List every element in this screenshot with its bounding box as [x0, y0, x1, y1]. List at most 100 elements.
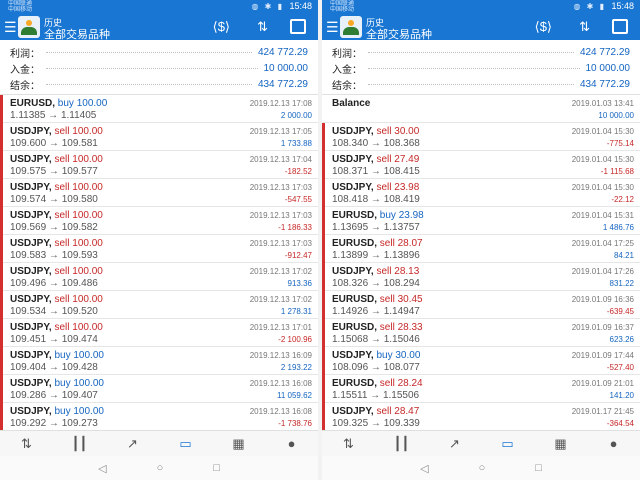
deal-profit: -364.54: [606, 419, 634, 428]
deal-side: sell 28.13: [376, 266, 420, 277]
deal-row[interactable]: EURUSD, sell 28.07 1.13899 → 1.13896 2019.…: [322, 235, 640, 263]
deal-row[interactable]: USDJPY, sell 100.00 109.583 → 109.593 2019…: [0, 235, 318, 263]
deal-row[interactable]: EURUSD, sell 28.24 1.15511 → 1.15506 2019.…: [322, 375, 640, 403]
quotes-tab-icon[interactable]: ⇅: [12, 436, 42, 452]
deal-symbol: USDJPY, sell 100.00: [10, 294, 103, 305]
deal-symbol: USDJPY, sell 100.00: [10, 126, 103, 137]
deal-date: 2019.01.09 16:36: [571, 295, 634, 304]
deals-list[interactable]: EURUSD, buy 100.00 1.11385 → 1.11405 2019.…: [0, 95, 318, 430]
sort-icon[interactable]: ⇅: [579, 19, 590, 35]
deal-row[interactable]: USDJPY, sell 100.00 109.600 → 109.581 2019…: [0, 123, 318, 151]
deal-date: 2019.12.13 16:08: [249, 407, 312, 416]
currency-swap-icon[interactable]: ⟨$⟩: [213, 19, 230, 35]
news-tab-icon[interactable]: ▦: [546, 436, 576, 452]
deal-row[interactable]: USDJPY, buy 100.00 109.292 → 109.273 2019.…: [0, 403, 318, 430]
recents-icon[interactable]: □: [213, 462, 220, 474]
chart-tab-icon[interactable]: ┃┃: [65, 436, 95, 452]
deal-side: sell 100.00: [54, 294, 103, 305]
deal-date: 2019.01.04 17:25: [571, 239, 634, 248]
news-tab-icon[interactable]: ▦: [224, 436, 254, 452]
status-clock: 15:48: [289, 1, 312, 11]
deal-row[interactable]: USDJPY, sell 100.00 109.574 → 109.580 2019…: [0, 179, 318, 207]
deal-prices: 109.286 → 109.407: [10, 390, 98, 401]
deal-date: 2019.12.13 17:08: [249, 99, 312, 108]
currency-swap-icon[interactable]: ⟨$⟩: [535, 19, 552, 35]
deal-row[interactable]: USDJPY, sell 100.00 109.451 → 109.474 2019…: [0, 319, 318, 347]
carrier-2: 中国移动: [330, 7, 355, 13]
deal-date: 2019.12.13 16:08: [249, 379, 312, 388]
deal-row[interactable]: USDJPY, buy 100.00 109.404 → 109.428 2019.…: [0, 347, 318, 375]
recents-icon[interactable]: □: [535, 462, 542, 474]
deal-symbol: EURUSD, buy 23.98: [332, 210, 424, 221]
deal-profit: 141.20: [609, 391, 634, 400]
deal-row[interactable]: EURUSD, buy 23.98 1.13695 → 1.13757 2019.0…: [322, 207, 640, 235]
history-tab-icon[interactable]: ▭: [171, 436, 201, 452]
history-tab-icon[interactable]: ▭: [493, 436, 523, 452]
deal-symbol: USDJPY, buy 30.00: [332, 350, 421, 361]
deal-symbol: USDJPY, sell 100.00: [10, 182, 103, 193]
deal-symbol: USDJPY, sell 28.13: [332, 266, 420, 277]
back-icon[interactable]: ◁: [98, 462, 106, 475]
deal-date: 2019.01.04 15:30: [571, 183, 634, 192]
deal-row[interactable]: USDJPY, sell 100.00 109.534 → 109.520 2019…: [0, 291, 318, 319]
direction-indicator: [322, 179, 325, 207]
deal-profit: 10 000.00: [598, 111, 634, 120]
deal-date: 2019.01.09 21:01: [571, 379, 634, 388]
messages-tab-icon[interactable]: ●: [277, 436, 307, 451]
sort-icon[interactable]: ⇅: [257, 19, 268, 35]
deal-profit: -1 115.68: [600, 167, 634, 176]
deal-row[interactable]: USDJPY, sell 100.00 109.575 → 109.577 2019…: [0, 151, 318, 179]
deal-date: 2019.12.13 17:04: [249, 155, 312, 164]
home-icon[interactable]: ○: [479, 462, 486, 474]
deal-symbol: USDJPY, sell 28.47: [332, 406, 420, 417]
back-icon[interactable]: ◁: [420, 462, 428, 475]
deal-side: sell 100.00: [54, 322, 103, 333]
balance-row[interactable]: Balance 2019.01.03 13:41 10 000.00: [322, 95, 640, 123]
app-bar-title[interactable]: 全部交易品种: [366, 26, 432, 42]
app-bar-title[interactable]: 全部交易品种: [44, 26, 110, 42]
messages-tab-icon[interactable]: ●: [599, 436, 629, 451]
deal-row[interactable]: USDJPY, sell 28.47 109.325 → 109.339 2019.…: [322, 403, 640, 430]
deal-profit: 913.36: [287, 279, 312, 288]
menu-icon[interactable]: ☰: [4, 19, 17, 36]
menu-icon[interactable]: ☰: [326, 19, 339, 36]
deal-row[interactable]: USDJPY, buy 30.00 108.096 → 108.077 2019.0…: [322, 347, 640, 375]
deal-prices: 109.574 → 109.580: [10, 194, 98, 205]
summary-row-profit: 利润： 424 772.29: [332, 46, 630, 60]
direction-indicator: [322, 151, 325, 179]
right-phone-screen: 中国联通 中国移动 ◍ ✱ ▮ 15:48 ☰ 历史 全部交易品种 ⟨$⟩ ⇅ …: [322, 0, 640, 480]
deal-profit: 2 193.22: [280, 363, 312, 372]
deal-profit: -639.45: [606, 307, 634, 316]
deal-symbol: USDJPY, sell 23.98: [332, 182, 420, 193]
calendar-icon[interactable]: [612, 19, 628, 34]
app-bar: ☰ 历史 全部交易品种 ⟨$⟩ ⇅: [322, 14, 640, 42]
direction-indicator: [0, 375, 3, 403]
deal-row[interactable]: EURUSD, sell 30.45 1.14926 → 1.14947 2019.…: [322, 291, 640, 319]
calendar-icon[interactable]: [290, 19, 306, 34]
deal-row[interactable]: USDJPY, sell 28.13 108.326 → 108.294 2019.…: [322, 263, 640, 291]
deal-profit: -2 100.96: [278, 335, 312, 344]
quotes-tab-icon[interactable]: ⇅: [334, 436, 364, 452]
deal-row[interactable]: USDJPY, sell 30.00 108.340 → 108.368 2019.…: [322, 123, 640, 151]
deals-list[interactable]: Balance 2019.01.03 13:41 10 000.00 USDJP…: [322, 95, 640, 430]
deal-row[interactable]: USDJPY, sell 23.98 108.418 → 108.419 2019.…: [322, 179, 640, 207]
deal-symbol: USDJPY, sell 100.00: [10, 266, 103, 277]
deal-row[interactable]: USDJPY, buy 100.00 109.286 → 109.407 2019.…: [0, 375, 318, 403]
deal-side: buy 100.00: [57, 98, 108, 109]
deal-side: sell 100.00: [54, 182, 103, 193]
deal-row[interactable]: USDJPY, sell 27.49 108.371 → 108.415 2019.…: [322, 151, 640, 179]
deal-prices: 109.292 → 109.273: [10, 418, 98, 429]
deal-side: sell 100.00: [54, 266, 103, 277]
chart-tab-icon[interactable]: ┃┃: [387, 436, 417, 452]
home-icon[interactable]: ○: [157, 462, 164, 474]
deal-row[interactable]: USDJPY, sell 100.00 109.569 → 109.582 2019…: [0, 207, 318, 235]
deal-side: buy 100.00: [54, 350, 104, 361]
deal-side: buy 23.98: [379, 210, 424, 221]
trade-tab-icon[interactable]: ↗: [440, 436, 470, 452]
deal-side: buy 100.00: [54, 378, 104, 389]
deal-row[interactable]: USDJPY, sell 100.00 109.496 → 109.486 2019…: [0, 263, 318, 291]
deal-row[interactable]: EURUSD, sell 28.33 1.15068 → 1.15046 2019.…: [322, 319, 640, 347]
deal-row[interactable]: EURUSD, buy 100.00 1.11385 → 1.11405 2019.…: [0, 95, 318, 123]
deal-prices: 1.13695 → 1.13757: [332, 222, 420, 233]
trade-tab-icon[interactable]: ↗: [118, 436, 148, 452]
